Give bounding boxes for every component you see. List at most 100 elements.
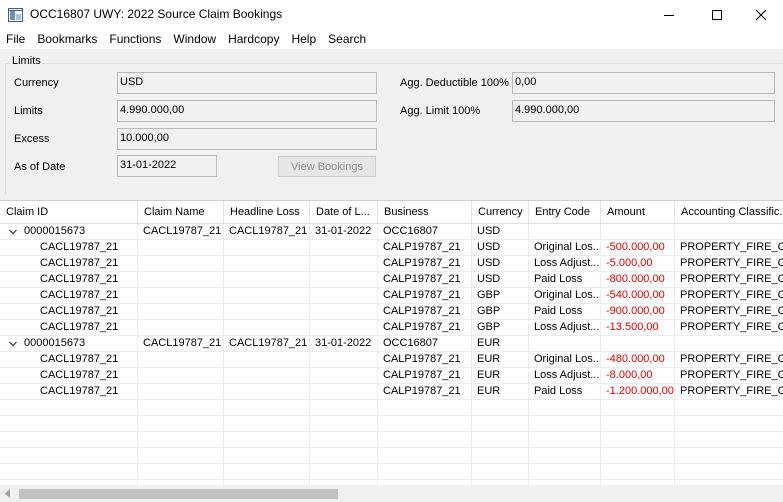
cell-entry-code: Paid Loss <box>534 273 583 285</box>
grid-empty-row <box>0 400 783 416</box>
menu-hardcopy[interactable]: Hardcopy <box>222 30 285 49</box>
grid-row[interactable]: CACL19787_21 CALP19787_21 GBP Loss Adjust..… <box>0 320 783 336</box>
cell-claim-id: CACL19787_21 <box>40 353 119 365</box>
cell-entry-code: Loss Adjust... <box>534 369 600 381</box>
cell-date-of-loss <box>315 352 377 368</box>
cell-accounting-classification: PROPERTY_FIRE_C <box>680 257 783 269</box>
cell-claim-id: CACL19787_21 <box>40 321 119 333</box>
cell-claim-id: CACL19787_21 <box>40 241 119 253</box>
cell-claim-id: CACL19787_21 <box>40 369 119 381</box>
cell-headline-loss <box>229 384 309 400</box>
scrollbar-thumb[interactable] <box>19 489 338 499</box>
cell-currency: EUR <box>477 353 501 365</box>
cell-claim-id: CACL19787_21 <box>40 385 119 397</box>
excess-field[interactable]: 10.000,00 <box>117 128 377 150</box>
grid-row[interactable]: CACL19787_21 CALP19787_21 EUR Original Los.… <box>0 352 783 368</box>
menu-bar: File Bookmarks Functions Window Hardcopy… <box>0 30 783 49</box>
grid-row[interactable]: CACL19787_21 CALP19787_21 EUR Paid Loss -1.2… <box>0 384 783 400</box>
cell-headline-loss <box>229 256 309 272</box>
column-header-currency[interactable]: Currency <box>472 201 529 224</box>
column-header-entry-code[interactable]: Entry Code <box>529 201 601 224</box>
chevron-down-icon[interactable] <box>8 227 18 237</box>
cell-business: CALP19787_21 <box>383 321 461 333</box>
limits-field[interactable]: 4.990.000,00 <box>117 100 377 122</box>
cell-entry-code: Loss Adjust... <box>534 321 600 333</box>
grid-row[interactable]: CACL19787_21 CALP19787_21 USD Paid Loss -800… <box>0 272 783 288</box>
cell-amount <box>606 336 674 352</box>
cell-date-of-loss <box>315 304 377 320</box>
agg-limit-field[interactable]: 4.990.000,00 <box>512 100 775 122</box>
horizontal-scrollbar[interactable] <box>0 485 783 502</box>
cell-accounting-classification: PROPERTY_FIRE_C <box>680 241 783 253</box>
column-header-business[interactable]: Business <box>378 201 472 224</box>
maximize-icon <box>712 10 722 20</box>
grid-row[interactable]: CACL19787_21 CALP19787_21 USD Loss Adjust..… <box>0 256 783 272</box>
cell-entry-code: Paid Loss <box>534 305 583 317</box>
scroll-left-arrow-icon[interactable] <box>4 489 12 498</box>
cell-amount: -500.000,00 <box>606 241 665 253</box>
cell-amount: -1.200.000,00 <box>606 385 674 397</box>
cell-amount <box>606 224 674 240</box>
grid-row[interactable]: CACL19787_21 CALP19787_21 EUR Loss Adjust..… <box>0 368 783 384</box>
cell-claim-id: CACL19787_21 <box>40 289 119 301</box>
close-icon <box>755 9 767 21</box>
cell-entry-code: Original Los... <box>534 353 600 365</box>
cell-business: CALP19787_21 <box>383 385 461 397</box>
cell-date-of-loss <box>315 272 377 288</box>
cell-date-of-loss <box>315 240 377 256</box>
cell-currency: USD <box>477 273 501 285</box>
grid-row[interactable]: CACL19787_21 CALP19787_21 USD Original Los.… <box>0 240 783 256</box>
cell-accounting-classification: PROPERTY_FIRE_C <box>680 321 783 333</box>
cell-currency: USD <box>477 225 501 237</box>
cell-accounting-classification: PROPERTY_FIRE_C <box>680 353 783 365</box>
column-header-accounting-classification[interactable]: Accounting Classific... <box>675 201 783 224</box>
cell-date-of-loss <box>315 288 377 304</box>
as-of-date-field[interactable]: 31-01-2022 <box>117 155 217 177</box>
cell-claim-name: CACL19787_21 <box>143 225 222 237</box>
view-bookings-button[interactable]: View Bookings <box>278 156 376 177</box>
cell-currency: USD <box>477 257 501 269</box>
cell-accounting-classification: PROPERTY_FIRE_C <box>680 273 783 285</box>
grid-row[interactable]: CACL19787_21 CALP19787_21 GBP Paid Loss -900… <box>0 304 783 320</box>
cell-entry-code <box>534 224 600 240</box>
menu-functions[interactable]: Functions <box>103 30 167 49</box>
cell-date-of-loss <box>315 320 377 336</box>
currency-field[interactable]: USD <box>117 72 377 94</box>
cell-claim-id: 0000015673 <box>24 225 86 237</box>
column-header-date-of-loss[interactable]: Date of L... <box>310 201 378 224</box>
cell-entry-code: Paid Loss <box>534 385 583 397</box>
cell-amount: -900.000,00 <box>606 305 665 317</box>
cell-currency: EUR <box>477 337 501 349</box>
cell-accounting-classification: PROPERTY_FIRE_C <box>680 289 783 301</box>
cell-amount: -800.000,00 <box>606 273 665 285</box>
column-header-amount[interactable]: Amount <box>601 201 675 224</box>
cell-headline-loss: CACL19787_21 <box>229 337 308 349</box>
cell-amount: -5.000,00 <box>606 257 653 269</box>
chevron-down-icon[interactable] <box>8 339 18 349</box>
menu-file[interactable]: File <box>0 30 31 49</box>
cell-date-of-loss <box>315 256 377 272</box>
agg-deductible-field[interactable]: 0,00 <box>512 72 775 94</box>
grid-empty-row <box>0 448 783 464</box>
cell-amount: -480.000,00 <box>606 353 665 365</box>
menu-help[interactable]: Help <box>285 30 322 49</box>
column-header-claim-id[interactable]: Claim ID <box>0 201 138 224</box>
grid-row[interactable]: CACL19787_21 CALP19787_21 GBP Original Los.… <box>0 288 783 304</box>
close-button[interactable] <box>738 0 783 30</box>
cell-claim-name: CACL19787_21 <box>143 337 222 349</box>
column-header-claim-name[interactable]: Claim Name <box>138 201 224 224</box>
minimize-button[interactable] <box>646 0 692 30</box>
menu-search[interactable]: Search <box>322 30 372 49</box>
menu-window[interactable]: Window <box>167 30 222 49</box>
cell-accounting-classification <box>680 336 783 352</box>
cell-currency: GBP <box>477 305 501 317</box>
cell-currency: EUR <box>477 385 501 397</box>
cell-accounting-classification: PROPERTY_FIRE_C <box>680 305 783 317</box>
grid-group-row[interactable]: 0000015673 CACL19787_21 CACL19787_21 31-01-… <box>0 336 783 352</box>
grid-group-row[interactable]: 0000015673 CACL19787_21 CACL19787_21 31-01-… <box>0 224 783 240</box>
grid-empty-row <box>0 464 783 480</box>
maximize-button[interactable] <box>694 0 740 30</box>
cell-date-of-loss: 31-01-2022 <box>315 337 372 349</box>
column-header-headline-loss[interactable]: Headline Loss <box>224 201 310 224</box>
menu-bookmarks[interactable]: Bookmarks <box>31 30 103 49</box>
